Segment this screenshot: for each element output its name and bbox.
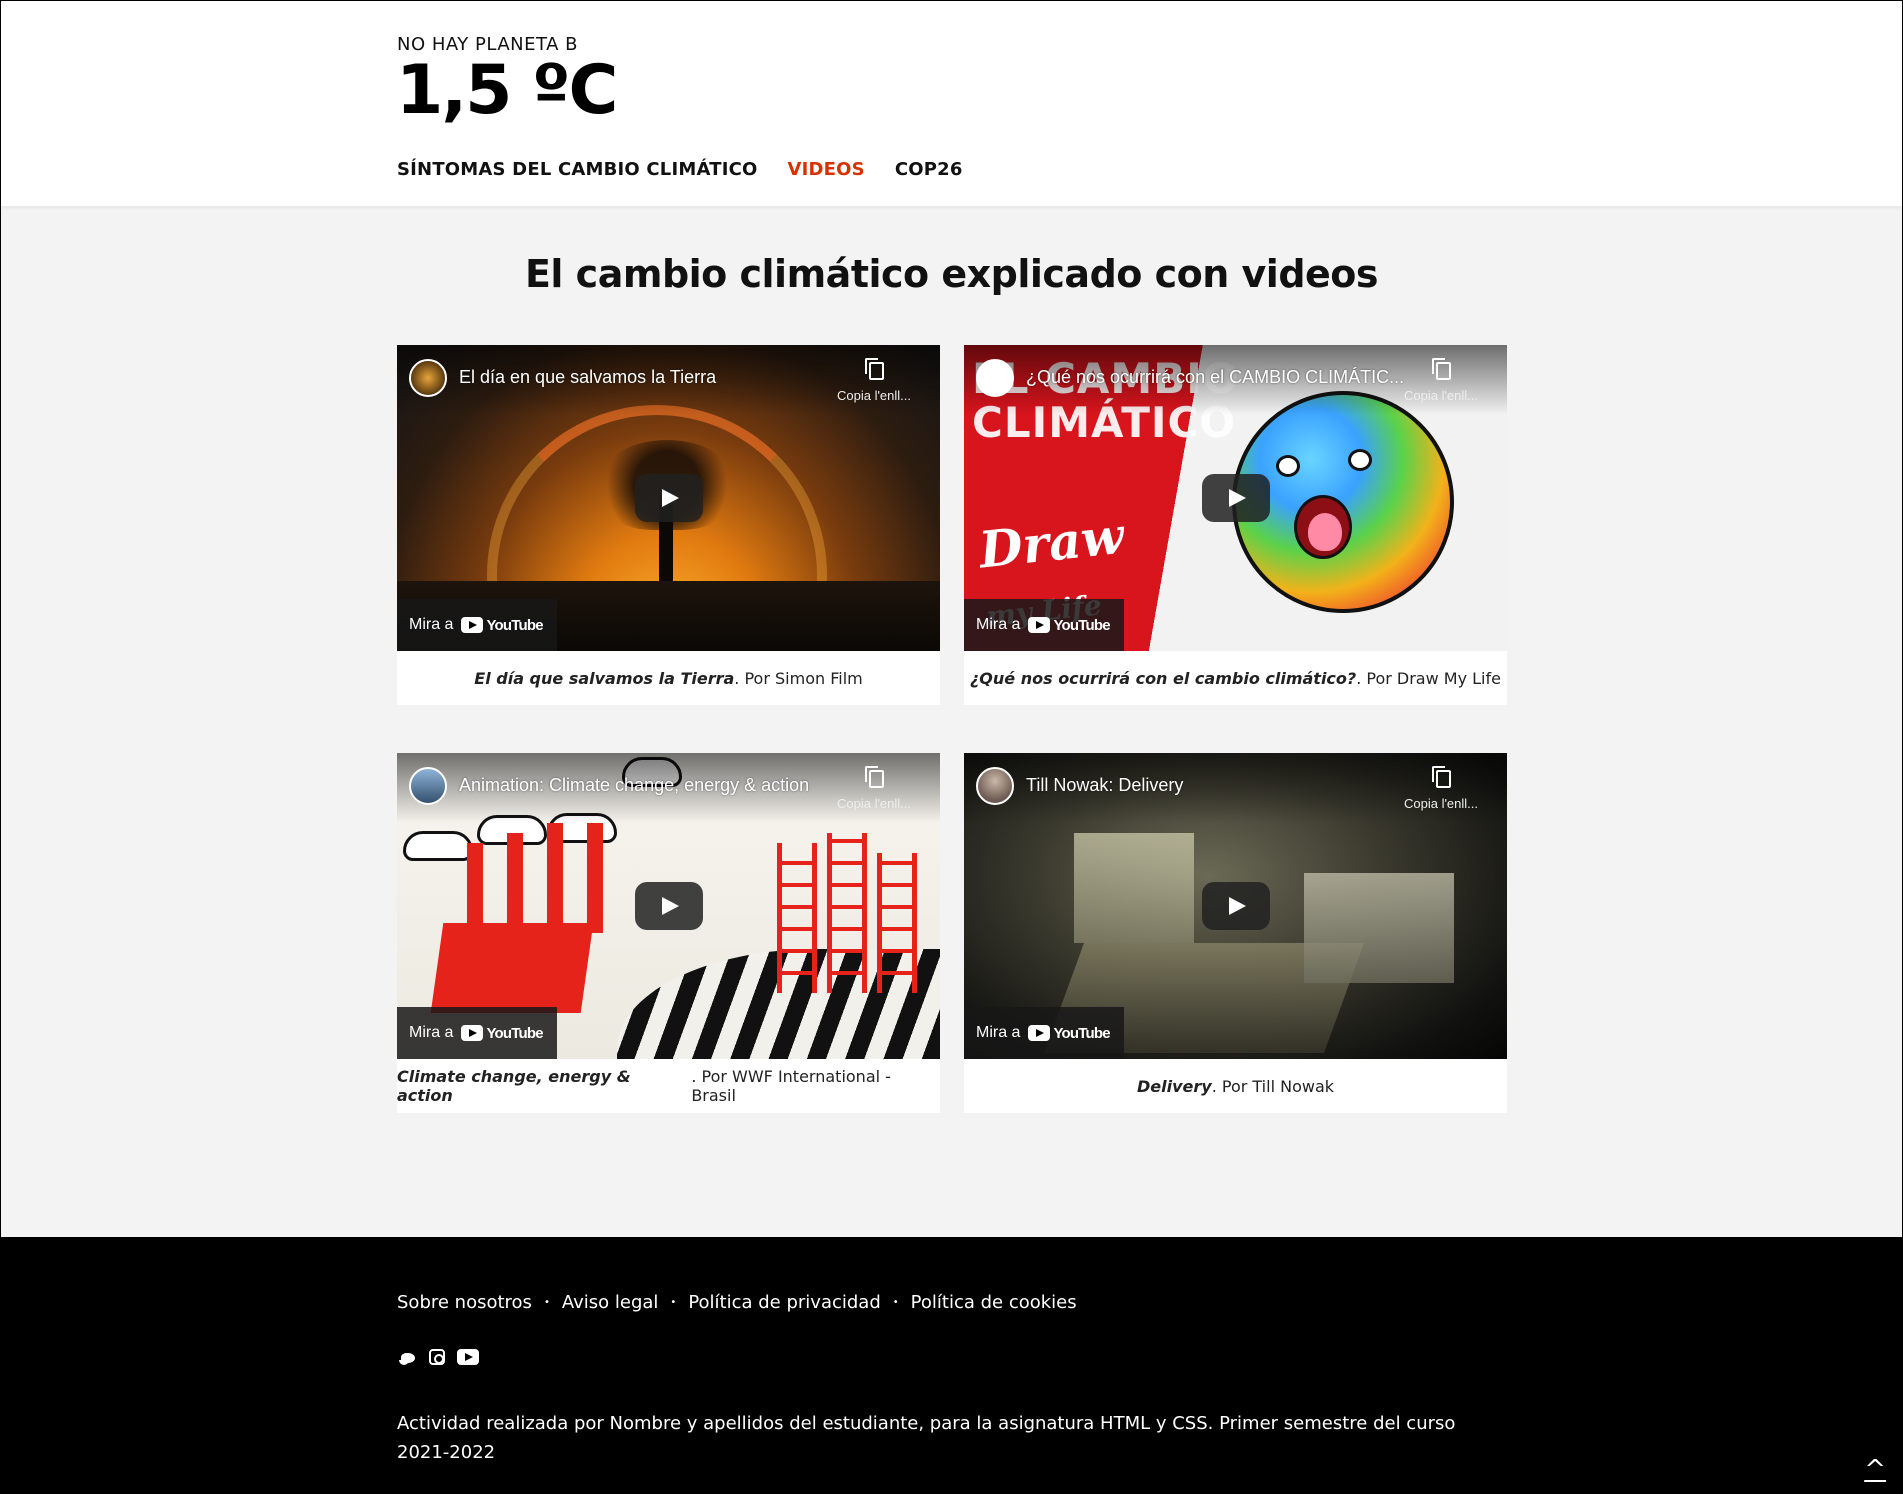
video-caption: ¿Qué nos ocurrirá con el cambio climátic… (964, 651, 1507, 705)
page-title: El cambio climático explicado con videos (524, 252, 1379, 296)
video-card: EL CAMBIOCLIMÁTICO Drawmy Life ¿Qué nos … (964, 345, 1507, 705)
caption-author: . Por Till Nowak (1211, 1076, 1335, 1096)
twitter-icon[interactable] (399, 1350, 417, 1365)
watch-label: Mira a (409, 1024, 454, 1041)
play-button[interactable] (1201, 474, 1270, 522)
caption-title: El día que salvamos la Tierra (474, 668, 735, 688)
caption-author: . Por Draw My Life (1356, 668, 1501, 688)
youtube-icon (1028, 617, 1051, 633)
video-card: Till Nowak: Delivery Copia l'enll... Mir… (964, 753, 1507, 1113)
footer-link-cookies[interactable]: Política de cookies (911, 1292, 1077, 1313)
channel-avatar[interactable] (976, 767, 1014, 805)
caption-author: . Por WWF International - Brasil (691, 1067, 891, 1105)
copy-link-label: Copia l'enll... (1403, 388, 1479, 403)
page: NO HAY PLANETA B 1,5 ºC SÍNTOMAS DEL CAM… (0, 0, 1903, 1494)
separator-dot: • (670, 1297, 677, 1308)
copy-icon (1431, 765, 1451, 788)
copy-link-button[interactable]: Copia l'enll... (1401, 765, 1481, 812)
video-card: El día en que salvamos la Tierra Copia l… (397, 345, 940, 705)
social-links (399, 1349, 479, 1365)
watch-on-youtube-button[interactable]: Mira a YouTube (964, 599, 1124, 651)
instagram-icon[interactable] (429, 1349, 445, 1365)
nav-item-videos[interactable]: VIDEOS (788, 159, 865, 180)
video-caption: Climate change, energy & action . Por WWF… (397, 1059, 940, 1113)
watch-on-youtube-button[interactable]: Mira a YouTube (964, 1007, 1124, 1059)
youtube-logo: YouTube (461, 1025, 544, 1042)
copy-link-button[interactable]: Copia l'enll... (1401, 357, 1481, 404)
copy-link-label: Copia l'enll... (1403, 796, 1479, 811)
caption-title: ¿Qué nos ocurrirá con el cambio climátic… (970, 668, 1357, 688)
footer-credits: Actividad realizada por Nombre y apellid… (397, 1413, 1456, 1463)
channel-avatar[interactable] (409, 359, 447, 397)
copy-link-button[interactable]: Copia l'enll... (834, 357, 914, 404)
play-button[interactable] (634, 882, 703, 930)
watch-on-youtube-button[interactable]: Mira a YouTube (397, 1007, 557, 1059)
video-title[interactable]: El día en que salvamos la Tierra (459, 367, 716, 388)
thumbnail-factory (430, 923, 594, 1013)
youtube-logo: YouTube (1028, 1025, 1111, 1042)
copy-icon (864, 357, 884, 380)
copy-icon (1431, 357, 1451, 380)
video-embed[interactable]: EL CAMBIOCLIMÁTICO Drawmy Life ¿Qué nos … (964, 345, 1507, 651)
site-header: NO HAY PLANETA B 1,5 ºC SÍNTOMAS DEL CAM… (1, 1, 1902, 206)
channel-avatar[interactable] (976, 359, 1014, 397)
site-logo[interactable]: 1,5 ºC (396, 57, 618, 125)
separator-dot: • (892, 1297, 899, 1308)
youtube-icon[interactable] (457, 1349, 479, 1365)
caption-title: Delivery (1136, 1076, 1212, 1096)
nav-item-cop26[interactable]: COP26 (895, 159, 963, 180)
main-nav: SÍNTOMAS DEL CAMBIO CLIMÁTICO VIDEOS COP… (397, 159, 963, 180)
youtube-logo: YouTube (461, 617, 544, 634)
caption-title: Climate change, energy & action (397, 1067, 631, 1105)
video-embed[interactable]: El día en que salvamos la Tierra Copia l… (397, 345, 940, 651)
footer-links: Sobre nosotros • Aviso legal • Política … (397, 1292, 1077, 1313)
thumbnail-oil-tower (777, 843, 817, 993)
footer-link-aviso-legal[interactable]: Aviso legal (562, 1292, 659, 1313)
copy-link-button[interactable]: Copia l'enll... (834, 765, 914, 812)
youtube-icon (461, 1025, 484, 1041)
copy-link-label: Copia l'enll... (836, 388, 912, 403)
copy-icon (864, 765, 884, 788)
play-button[interactable] (634, 474, 703, 522)
video-title[interactable]: Animation: Climate change, energy & acti… (459, 775, 809, 796)
footer-link-sobre-nosotros[interactable]: Sobre nosotros (397, 1292, 532, 1313)
video-embed[interactable]: Animation: Climate change, energy & acti… (397, 753, 940, 1059)
back-to-top-button[interactable]: ^ (1864, 1455, 1886, 1485)
nav-item-sintomas[interactable]: SÍNTOMAS DEL CAMBIO CLIMÁTICO (397, 159, 758, 180)
watch-label: Mira a (409, 616, 454, 633)
watch-label: Mira a (976, 616, 1021, 633)
watch-on-youtube-button[interactable]: Mira a YouTube (397, 599, 557, 651)
separator-dot: • (543, 1297, 550, 1308)
thumbnail-room (1074, 833, 1194, 943)
play-button[interactable] (1201, 882, 1270, 930)
video-card: Animation: Climate change, energy & acti… (397, 753, 940, 1113)
youtube-icon (461, 617, 484, 633)
watch-label: Mira a (976, 1024, 1021, 1041)
video-title[interactable]: ¿Qué nos ocurrirá con el CAMBIO CLIMÁTIC… (1026, 367, 1404, 388)
caption-author: . Por Simon Film (734, 668, 863, 688)
youtube-logo: YouTube (1028, 617, 1111, 634)
video-title[interactable]: Till Nowak: Delivery (1026, 775, 1183, 796)
youtube-icon (1028, 1025, 1051, 1041)
video-caption: El día que salvamos la Tierra. Por Simon… (397, 651, 940, 705)
channel-avatar[interactable] (409, 767, 447, 805)
video-caption: Delivery. Por Till Nowak (964, 1059, 1507, 1113)
site-footer: Sobre nosotros • Aviso legal • Política … (1, 1237, 1902, 1493)
video-embed[interactable]: Till Nowak: Delivery Copia l'enll... Mir… (964, 753, 1507, 1059)
copy-link-label: Copia l'enll... (836, 796, 912, 811)
footer-link-privacidad[interactable]: Política de privacidad (688, 1292, 880, 1313)
